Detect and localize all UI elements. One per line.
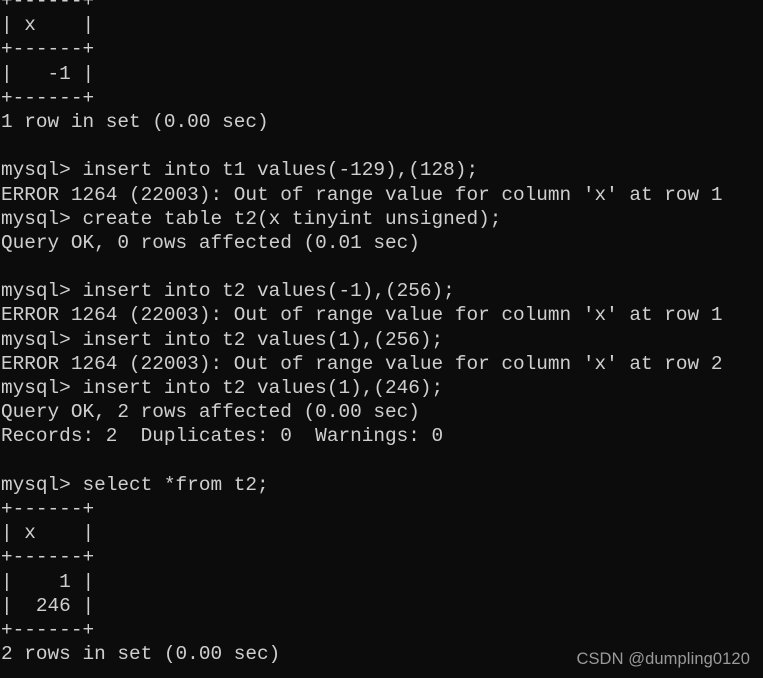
terminal-line: Records: 2 Duplicates: 0 Warnings: 0 (1, 425, 444, 448)
terminal-line: +------+ (1, 38, 95, 61)
terminal-line: mysql> insert into t2 values(1),(256); (1, 328, 444, 351)
terminal-line: mysql> select *from t2; (1, 473, 269, 496)
terminal-line: mysql> insert into t2 values(1),(246); (1, 377, 444, 399)
terminal-line: +------+ (1, 546, 95, 569)
terminal-line: ERROR 1264 (22003): Out of range value f… (1, 352, 723, 375)
terminal-line: +------+ (1, 618, 95, 641)
terminal-line: +------+ (1, 497, 95, 520)
terminal-line: 1 row in set (0.00 sec) (1, 110, 269, 133)
terminal-line: | 246 | (1, 594, 95, 617)
terminal-line: | x | (1, 14, 95, 37)
terminal-line: mysql> insert into t1 values(-129),(128)… (1, 159, 479, 182)
terminal-output[interactable]: +------+ | x | +------+ | -1 | +------+ 1 row… (0, 0, 763, 678)
terminal-line: | 1 | (1, 570, 95, 593)
terminal-line: ERROR 1264 (22003): Out of range value f… (1, 304, 723, 327)
terminal-line: Query OK, 2 rows affected (0.00 sec) (1, 401, 420, 424)
terminal-line: ERROR 1264 (22003): Out of range value f… (1, 183, 723, 206)
terminal-line: | x | (1, 522, 95, 545)
terminal-line: | -1 | (1, 62, 95, 85)
terminal-line: mysql> insert into t2 values(-1),(256); (1, 280, 455, 303)
terminal-line: mysql> create table t2(x tinyint unsigne… (1, 207, 502, 230)
terminal-line: +------+ (1, 0, 95, 12)
terminal-line: Query OK, 0 rows affected (0.01 sec) (1, 231, 420, 254)
terminal-line: 2 rows in set (0.00 sec) (1, 643, 281, 666)
terminal-line: +------+ (1, 86, 95, 109)
